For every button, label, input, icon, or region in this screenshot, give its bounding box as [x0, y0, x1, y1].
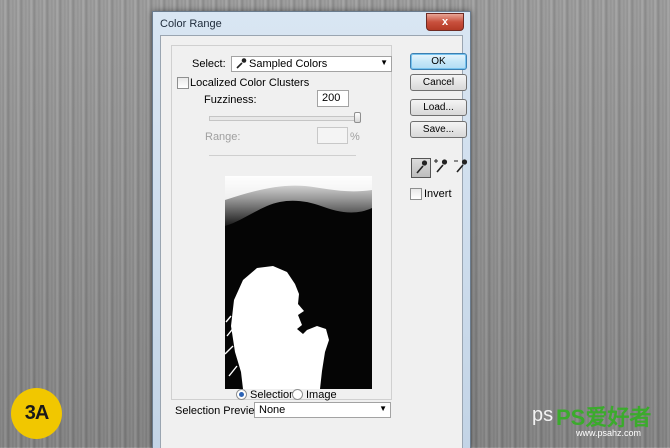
localized-color-clusters-checkbox[interactable]: [177, 77, 189, 89]
fuzziness-slider-track[interactable]: [209, 116, 360, 121]
ok-button[interactable]: OK: [410, 53, 467, 70]
range-field: [317, 127, 348, 144]
image-radio-label: Image: [306, 389, 337, 401]
fuzziness-slider-thumb[interactable]: [354, 112, 361, 123]
range-label: Range:: [205, 131, 241, 143]
chevron-down-icon: ▼: [380, 58, 388, 67]
fuzziness-label: Fuzziness:: [204, 94, 257, 106]
watermark-psahz: ps PS爱好者 www.psahz.com: [532, 398, 664, 442]
watermark-site-url: www.psahz.com: [576, 428, 642, 438]
fuzziness-field[interactable]: 200: [317, 90, 349, 107]
color-range-dialog: Color Range x Select: Sampled Colors ▼ L…: [152, 11, 471, 448]
selection-preview-dropdown[interactable]: None ▼: [254, 402, 391, 418]
selection-preview-label: Selection Preview:: [175, 405, 266, 417]
select-label: Select:: [192, 58, 226, 70]
close-button[interactable]: x: [426, 13, 464, 31]
title-bar[interactable]: Color Range x: [153, 12, 470, 35]
selection-radio[interactable]: [236, 389, 247, 400]
dialog-title: Color Range: [160, 18, 222, 30]
eyedropper-icon[interactable]: [411, 158, 431, 178]
save-button[interactable]: Save...: [410, 121, 467, 138]
options-group: Select: Sampled Colors ▼ Localized Color…: [171, 45, 392, 401]
watermark-site-partial: ps: [532, 404, 554, 426]
cancel-button[interactable]: Cancel: [410, 74, 467, 91]
eyedropper-icon: [235, 57, 247, 73]
selection-radio-label: Selection: [250, 389, 296, 401]
selection-preview-image[interactable]: [225, 176, 372, 389]
eyedropper-minus-icon[interactable]: [452, 158, 470, 176]
invert-label: Invert: [424, 188, 452, 200]
range-slider-track: [209, 155, 356, 156]
range-unit: %: [350, 131, 360, 143]
select-value: Sampled Colors: [249, 58, 328, 70]
invert-checkbox[interactable]: [410, 188, 422, 200]
image-radio[interactable]: [292, 389, 303, 400]
load-button[interactable]: Load...: [410, 99, 467, 116]
dialog-body: Select: Sampled Colors ▼ Localized Color…: [160, 35, 468, 448]
fuzziness-value: 200: [322, 92, 341, 104]
selection-preview-value: None: [259, 404, 286, 416]
chevron-down-icon: ▼: [379, 404, 387, 413]
localized-color-clusters-label: Localized Color Clusters: [190, 77, 310, 89]
select-dropdown[interactable]: Sampled Colors ▼: [231, 56, 392, 72]
eyedropper-plus-icon[interactable]: [432, 158, 450, 176]
watermark-logo-3a: 3A: [11, 388, 62, 439]
